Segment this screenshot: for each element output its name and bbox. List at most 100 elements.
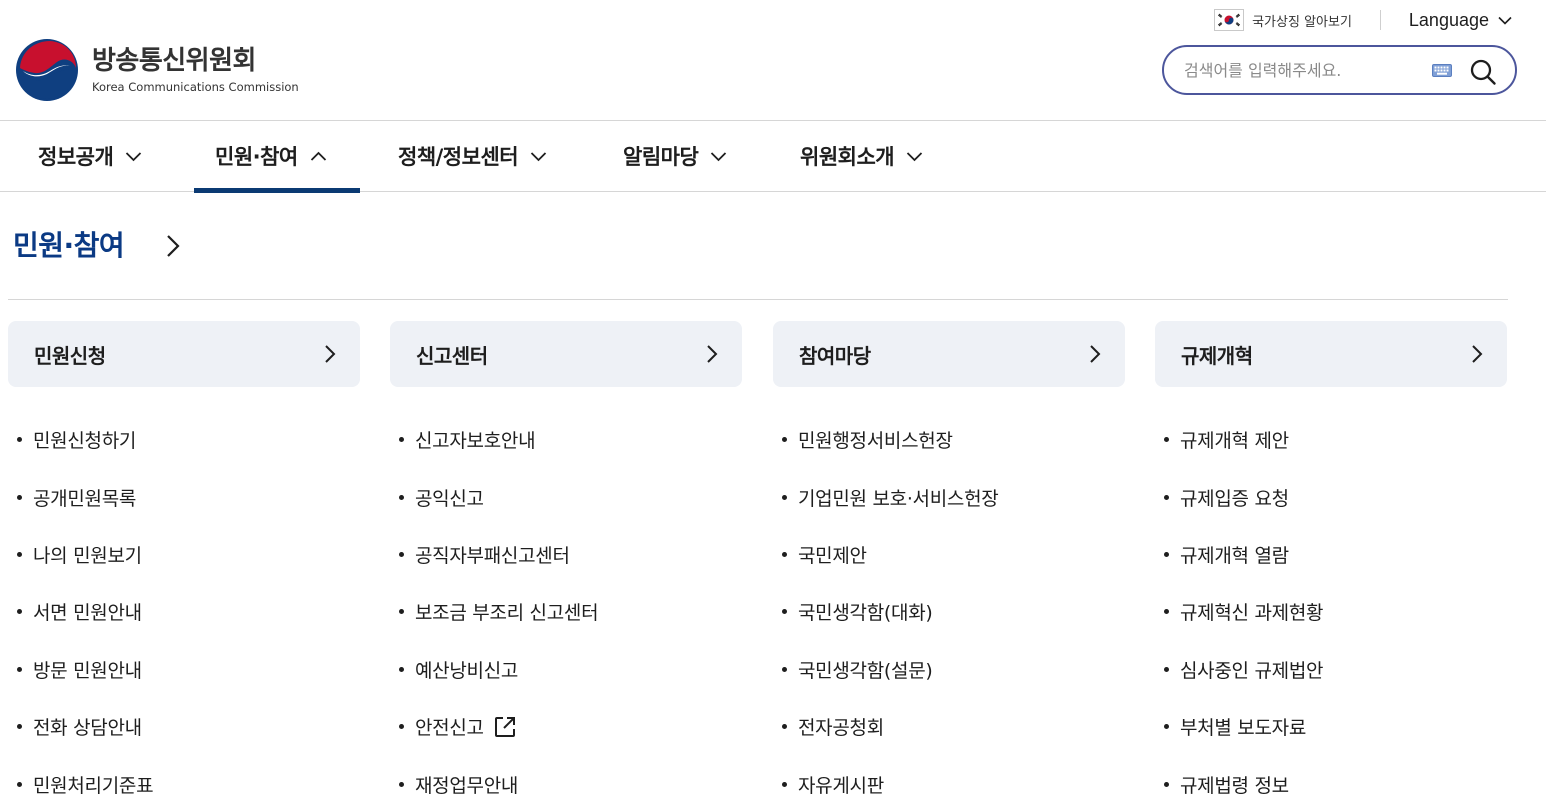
menu-link[interactable]: 규제입증 요청 <box>1155 468 1507 525</box>
menu-link-label: 심사중인 규제법안 <box>1180 659 1324 682</box>
bullet-icon <box>782 551 787 557</box>
nav-item-civil-participation[interactable]: 민원·참여 <box>194 121 360 193</box>
bullet-icon <box>399 666 404 672</box>
menu-link[interactable]: 부처별 보도자료 <box>1155 698 1507 755</box>
menu-link[interactable]: 자유게시판 <box>773 755 1125 797</box>
chevron-down-icon <box>1498 16 1512 25</box>
column-heading: 참여마당 <box>799 343 871 368</box>
menu-column-report-center: 신고센터 신고자보호안내 공익신고 공직자부패신고센터 보조금 부조리 신고센터… <box>390 321 742 797</box>
bullet-icon <box>1164 666 1169 672</box>
bullet-icon <box>399 609 404 615</box>
nav-item-about-commission[interactable]: 위원회소개 <box>800 121 923 191</box>
bullet-icon <box>17 724 22 730</box>
search-box <box>1162 45 1517 95</box>
menu-link-label: 국민생각함(설문) <box>798 659 933 682</box>
bullet-icon <box>1164 724 1169 730</box>
menu-link[interactable]: 나의 민원보기 <box>8 526 360 583</box>
chevron-down-icon <box>906 151 923 161</box>
bullet-icon <box>782 437 787 443</box>
menu-link[interactable]: 예산낭비신고 <box>390 641 742 698</box>
chevron-right-icon <box>1472 345 1483 363</box>
search-icon[interactable] <box>1469 58 1497 86</box>
column-heading: 신고센터 <box>416 343 488 368</box>
bullet-icon <box>1164 781 1169 787</box>
menu-link-label: 규제혁신 과제현황 <box>1180 602 1324 625</box>
external-link-icon <box>494 716 515 737</box>
column-heading-link[interactable]: 참여마당 <box>773 321 1125 387</box>
language-label: Language <box>1408 9 1489 30</box>
menu-link[interactable]: 국민생각함(대화) <box>773 583 1125 640</box>
chevron-right-icon <box>1090 345 1101 363</box>
menu-link-label: 보조금 부조리 신고센터 <box>415 602 599 625</box>
menu-link[interactable]: 안전신고 <box>390 698 742 755</box>
bullet-icon <box>782 666 787 672</box>
menu-link-label: 부처별 보도자료 <box>1180 717 1307 740</box>
logo-title-kr: 방송통신위원회 <box>92 46 256 76</box>
menu-link[interactable]: 민원신청하기 <box>8 411 360 468</box>
menu-link-label: 국민제안 <box>798 544 867 567</box>
menu-column-regulatory-reform: 규제개혁 규제개혁 제안 규제입증 요청 규제개혁 열람 규제혁신 과제현황 심… <box>1155 321 1507 797</box>
site-logo[interactable]: 방송통신위원회 Korea Communications Commission <box>15 38 299 102</box>
menu-link-label: 공익신고 <box>415 487 484 510</box>
menu-link-label: 자유게시판 <box>798 774 884 797</box>
menu-link-label: 기업민원 보호·서비스헌장 <box>798 487 999 510</box>
menu-link[interactable]: 신고자보호안내 <box>390 411 742 468</box>
nav-item-info-disclosure[interactable]: 정보공개 <box>38 121 142 191</box>
nav-item-policy-center[interactable]: 정책/정보센터 <box>398 121 547 191</box>
bullet-icon <box>17 551 22 557</box>
menu-link[interactable]: 민원행정서비스헌장 <box>773 411 1125 468</box>
bullet-icon <box>399 551 404 557</box>
utility-bar: 국가상징 알아보기 Language <box>1214 6 1512 34</box>
national-symbol-link[interactable]: 국가상징 알아보기 <box>1252 11 1352 30</box>
column-heading: 민원신청 <box>34 343 106 368</box>
menu-link[interactable]: 공개민원목록 <box>8 468 360 525</box>
chevron-down-icon <box>126 151 142 161</box>
bullet-icon <box>1164 494 1169 500</box>
nav-item-news[interactable]: 알림마당 <box>623 121 727 191</box>
bullet-icon <box>1164 551 1169 557</box>
menu-link[interactable]: 공직자부패신고센터 <box>390 526 742 583</box>
menu-link[interactable]: 방문 민원안내 <box>8 641 360 698</box>
menu-link[interactable]: 규제개혁 제안 <box>1155 411 1507 468</box>
column-heading-link[interactable]: 신고센터 <box>390 321 742 387</box>
virtual-keyboard-icon[interactable] <box>1432 64 1452 77</box>
panel-title[interactable]: 민원·참여 <box>13 228 125 264</box>
menu-link-label: 규제법령 정보 <box>1180 774 1289 797</box>
menu-link-label: 공직자부패신고센터 <box>415 544 570 567</box>
column-heading-link[interactable]: 민원신청 <box>8 321 360 387</box>
menu-link[interactable]: 전자공청회 <box>773 698 1125 755</box>
bullet-icon <box>17 609 22 615</box>
main-navigation: 정보공개 민원·참여 정책/정보센터 알림마당 위원회소개 <box>0 121 1546 193</box>
bullet-icon <box>1164 437 1169 443</box>
menu-link[interactable]: 보조금 부조리 신고센터 <box>390 583 742 640</box>
menu-link[interactable]: 국민생각함(설문) <box>773 641 1125 698</box>
menu-link[interactable]: 전화 상담안내 <box>8 698 360 755</box>
menu-link-label: 민원처리기준표 <box>33 774 154 797</box>
chevron-right-icon[interactable] <box>164 233 182 259</box>
bullet-icon <box>1164 609 1169 615</box>
menu-link[interactable]: 심사중인 규제법안 <box>1155 641 1507 698</box>
korean-flag-icon <box>1214 9 1245 31</box>
search-input[interactable] <box>1184 60 1424 80</box>
menu-link[interactable]: 규제혁신 과제현황 <box>1155 583 1507 640</box>
menu-link-label: 나의 민원보기 <box>33 544 142 567</box>
menu-link[interactable]: 재정업무안내 <box>390 755 742 797</box>
language-selector[interactable]: Language <box>1409 10 1512 31</box>
menu-link[interactable]: 민원처리기준표 <box>8 755 360 797</box>
menu-link[interactable]: 규제법령 정보 <box>1155 755 1507 797</box>
menu-link[interactable]: 기업민원 보호·서비스헌장 <box>773 468 1125 525</box>
menu-link-label: 서면 민원안내 <box>33 602 142 625</box>
menu-column-civil-application: 민원신청 민원신청하기 공개민원목록 나의 민원보기 서면 민원안내 방문 민원… <box>8 321 360 797</box>
menu-link-label: 국민생각함(대화) <box>798 602 933 625</box>
menu-link[interactable]: 규제개혁 열람 <box>1155 526 1507 583</box>
nav-item-label: 위원회소개 <box>800 145 895 169</box>
menu-link[interactable]: 서면 민원안내 <box>8 583 360 640</box>
chevron-up-icon <box>310 151 326 161</box>
menu-link-label: 규제개혁 열람 <box>1180 544 1289 567</box>
utility-divider <box>1379 10 1381 30</box>
column-heading-link[interactable]: 규제개혁 <box>1155 321 1507 387</box>
bullet-icon <box>782 609 787 615</box>
menu-link[interactable]: 국민제안 <box>773 526 1125 583</box>
menu-link[interactable]: 공익신고 <box>390 468 742 525</box>
bullet-icon <box>17 437 22 443</box>
